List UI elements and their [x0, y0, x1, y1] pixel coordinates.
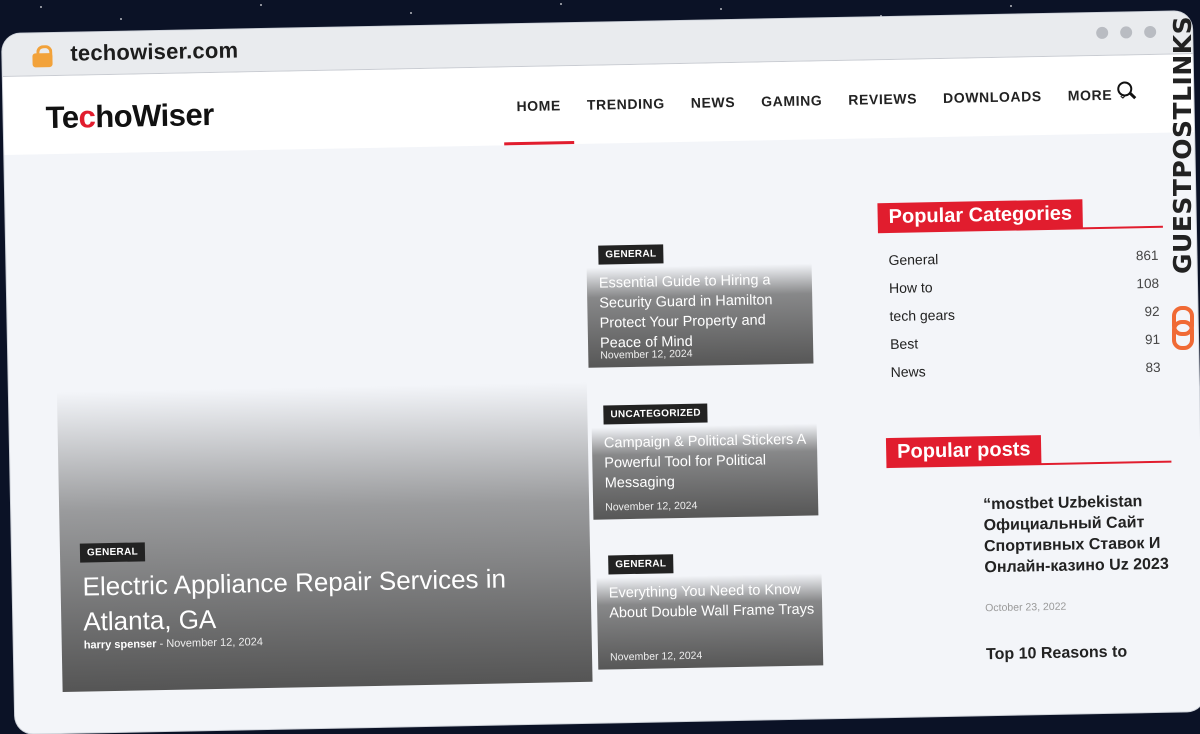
site-logo[interactable]: TechoWiser [45, 97, 214, 136]
category-count: 861 [1135, 247, 1159, 263]
article-card[interactable]: GENERAL Everything You Need to Know Abou… [596, 554, 824, 670]
hero-meta: harry spenser - November 12, 2024 [84, 636, 263, 651]
category-name[interactable]: General [888, 251, 938, 268]
article-card[interactable]: GENERAL Essential Guide to Hiring a Secu… [586, 244, 814, 368]
card-category-tag[interactable]: GENERAL [608, 554, 674, 575]
nav-home[interactable]: HOME [503, 66, 575, 145]
hero-category-tag[interactable]: GENERAL [79, 542, 146, 563]
main-nav: HOME TRENDING NEWS GAMING REVIEWS DOWNLO… [503, 55, 1142, 145]
nav-trending[interactable]: TRENDING [573, 64, 678, 144]
window-dot-icon[interactable] [1144, 25, 1157, 39]
hero-article[interactable]: GENERAL Electric Appliance Repair Servic… [56, 381, 593, 692]
window-dot-icon[interactable] [1096, 26, 1109, 39]
search-icon[interactable] [1117, 81, 1139, 103]
card-title[interactable]: Essential Guide to Hiring a Security Gua… [599, 270, 810, 354]
popular-categories-heading: Popular Categories [877, 198, 1163, 234]
popular-post-date: October 23, 2022 [985, 600, 1067, 615]
category-count: 83 [1145, 359, 1161, 375]
category-count: 108 [1136, 275, 1160, 291]
nav-more-label: MORE [1067, 86, 1113, 104]
article-card[interactable]: UNCATEGORIZED Campaign & Political Stick… [591, 403, 819, 520]
popular-post-title[interactable]: Top 10 Reasons to [986, 641, 1176, 666]
hero-title[interactable]: Electric Appliance Repair Services in At… [82, 561, 543, 640]
window-dot-icon[interactable] [1120, 26, 1133, 39]
popular-post-title[interactable]: “mostbet Uzbekistan Официальный Сайт Спо… [983, 491, 1175, 579]
card-title[interactable]: Campaign & Political Stickers A Powerful… [604, 429, 815, 493]
browser-window: techowiser.com TechoWiser HOME TRENDING … [2, 11, 1200, 734]
category-name[interactable]: News [890, 363, 925, 380]
watermark-text: GUESTPOSTLINKS [1168, 15, 1197, 274]
category-name[interactable]: tech gears [889, 307, 955, 324]
nav-gaming[interactable]: GAMING [747, 61, 836, 141]
category-name[interactable]: Best [890, 335, 918, 352]
nav-downloads[interactable]: DOWNLOADS [929, 57, 1055, 137]
category-list: General 861 How to 108 tech gears 92 Best 91… [888, 241, 1161, 386]
category-count: 91 [1144, 331, 1161, 347]
nav-news[interactable]: NEWS [677, 63, 749, 142]
category-row[interactable]: News 83 [890, 353, 1160, 386]
popular-posts-heading: Popular posts [885, 433, 1172, 469]
link-icon [1170, 306, 1194, 350]
card-category-tag[interactable]: GENERAL [598, 244, 664, 265]
main-content: GENERAL Electric Appliance Repair Servic… [4, 132, 1200, 715]
category-count: 92 [1144, 303, 1160, 319]
card-date: November 12, 2024 [609, 649, 703, 664]
hero-author[interactable]: harry spenser [84, 638, 157, 651]
meta-separator: - [159, 638, 164, 651]
nav-reviews[interactable]: REVIEWS [835, 59, 931, 139]
category-name[interactable]: How to [889, 279, 933, 296]
card-category-tag[interactable]: UNCATEGORIZED [603, 403, 708, 425]
card-date: November 12, 2024 [600, 347, 693, 362]
lock-icon [32, 45, 53, 68]
window-controls [1096, 25, 1157, 39]
watermark: GUESTPOSTLINKS [1166, 16, 1200, 358]
card-title[interactable]: Everything You Need to Know About Double… [609, 579, 820, 623]
url-text[interactable]: techowiser.com [70, 37, 238, 66]
card-date: November 12, 2024 [605, 499, 698, 514]
popular-posts-title: Popular posts [885, 435, 1042, 468]
hero-date: November 12, 2024 [166, 636, 264, 650]
